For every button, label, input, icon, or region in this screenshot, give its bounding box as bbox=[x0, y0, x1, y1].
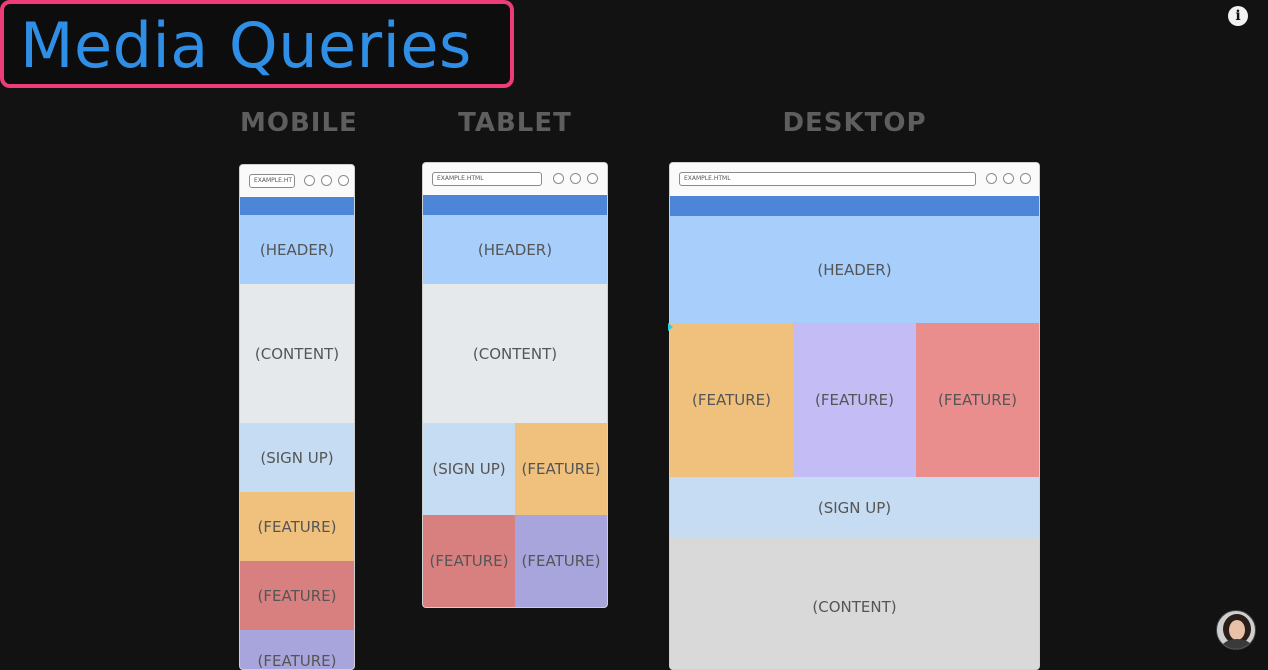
window-button-icon bbox=[304, 175, 315, 186]
presenter-avatar bbox=[1216, 610, 1256, 650]
label-mobile: MOBILE bbox=[240, 108, 358, 138]
feature-block: (FEATURE) bbox=[240, 561, 354, 630]
window-button-icon bbox=[1003, 173, 1014, 184]
slide-title: Media Queries bbox=[20, 9, 472, 82]
window-button-icon bbox=[587, 173, 598, 184]
feature-block: (FEATURE) bbox=[240, 630, 354, 669]
header-block: (HEADER) bbox=[670, 216, 1039, 323]
feature-block: (FEATURE) bbox=[793, 323, 916, 477]
signup-block: (SIGN UP) bbox=[423, 423, 515, 515]
header-block: (HEADER) bbox=[240, 215, 354, 284]
window-button-icon bbox=[986, 173, 997, 184]
header-block: (HEADER) bbox=[423, 215, 607, 284]
url-bar: EXAMPLE.HTML bbox=[432, 172, 542, 186]
signup-block: (SIGN UP) bbox=[240, 423, 354, 492]
title-box: Media Queries bbox=[0, 0, 514, 88]
mouse-cursor-icon bbox=[668, 323, 673, 331]
nav-bar bbox=[670, 196, 1039, 216]
feature-block: (FEATURE) bbox=[515, 515, 607, 607]
window-button-icon bbox=[570, 173, 581, 184]
url-bar: EXAMPLE.HT bbox=[249, 174, 295, 188]
feature-block: (FEATURE) bbox=[670, 323, 793, 477]
window-button-icon bbox=[321, 175, 332, 186]
nav-bar bbox=[240, 197, 354, 215]
window-button-icon bbox=[1020, 173, 1031, 184]
feature-block: (FEATURE) bbox=[240, 492, 354, 561]
content-block: (CONTENT) bbox=[423, 284, 607, 423]
feature-block: (FEATURE) bbox=[515, 423, 607, 515]
info-icon[interactable]: i bbox=[1228, 6, 1248, 26]
tablet-mockup: EXAMPLE.HTML (HEADER) (CONTENT) (SIGN UP… bbox=[422, 162, 608, 608]
url-bar: EXAMPLE.HTML bbox=[679, 172, 976, 186]
content-block: (CONTENT) bbox=[240, 284, 354, 423]
content-block: (CONTENT) bbox=[670, 538, 1039, 669]
feature-block: (FEATURE) bbox=[916, 323, 1039, 477]
window-button-icon bbox=[553, 173, 564, 184]
signup-block: (SIGN UP) bbox=[670, 477, 1039, 538]
window-button-icon bbox=[338, 175, 349, 186]
browser-chrome: EXAMPLE.HTML bbox=[423, 163, 607, 195]
label-tablet: TABLET bbox=[458, 108, 572, 138]
feature-block: (FEATURE) bbox=[423, 515, 515, 607]
desktop-mockup: EXAMPLE.HTML (HEADER) (FEATURE) (FEATURE… bbox=[669, 162, 1040, 670]
browser-chrome: EXAMPLE.HTML bbox=[670, 163, 1039, 196]
browser-chrome: EXAMPLE.HT bbox=[240, 165, 354, 197]
mobile-mockup: EXAMPLE.HT (HEADER) (CONTENT) (SIGN UP) … bbox=[239, 164, 355, 670]
nav-bar bbox=[423, 195, 607, 215]
label-desktop: DESKTOP bbox=[782, 108, 927, 138]
